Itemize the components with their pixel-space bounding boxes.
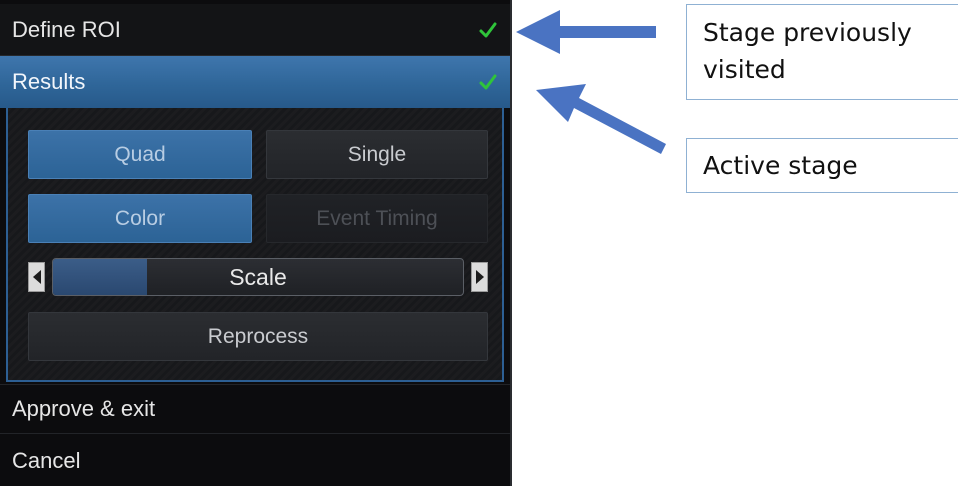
- arrow-active-icon: [536, 84, 666, 154]
- arrow-visited-icon: [516, 10, 656, 54]
- callout-active-stage: Active stage: [686, 138, 958, 193]
- callout-stage-visited: Stage previously visited: [686, 4, 958, 100]
